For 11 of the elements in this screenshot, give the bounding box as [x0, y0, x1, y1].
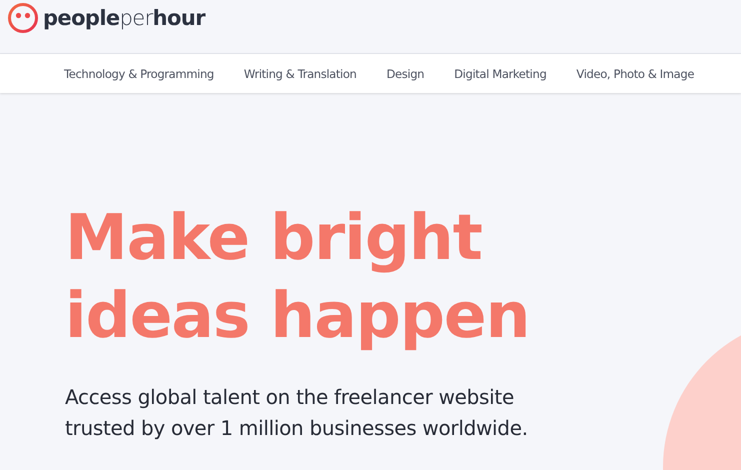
logo-text[interactable]: peopleperhour [43, 6, 205, 30]
headline: ideas happen [65, 278, 530, 354]
category-link[interactable]: Video, Photo & Image [576, 66, 694, 80]
subtitle: Access global talent on the freelancer website [65, 384, 515, 411]
headline: Make bright [65, 200, 483, 276]
category-link[interactable]: Writing & Translation [244, 66, 356, 80]
category-link[interactable]: Design [386, 66, 424, 80]
category-link[interactable]: Technology & Programming [64, 66, 214, 80]
subtitle: trusted by over 1 million businesses worldwide. [65, 415, 529, 442]
smiley-logo-icon [7, 2, 39, 34]
category-link[interactable]: Digital Marketing [454, 66, 546, 80]
